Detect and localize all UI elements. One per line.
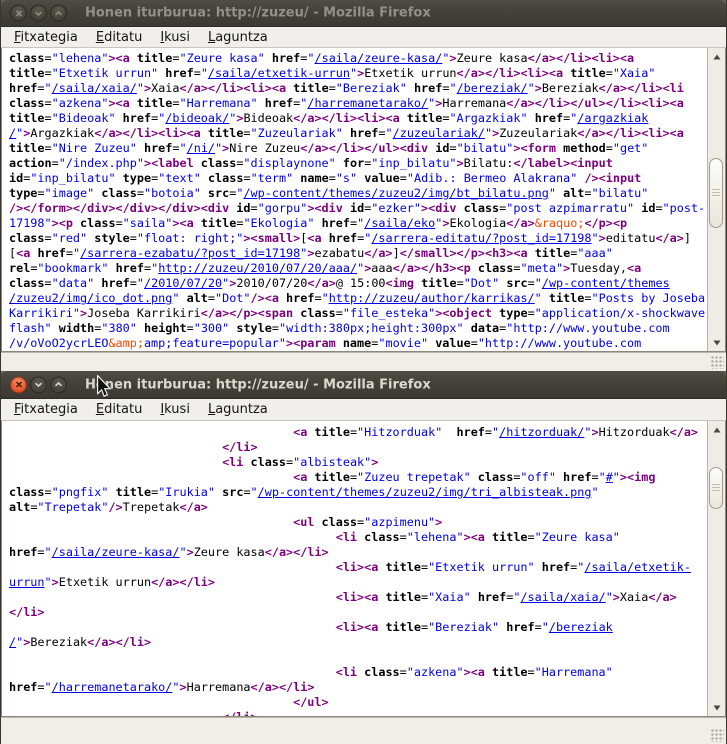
thumb-grip [712, 189, 720, 197]
source-line: <li><a title="Xaia" href="/saila/xaia/">… [9, 590, 707, 605]
scroll-down-arrow-icon[interactable] [709, 700, 724, 715]
thumb-grip [712, 484, 720, 492]
menu-item-editatu[interactable]: Editatu [87, 29, 151, 46]
source-line: /">Argazkiak</a></li><li><a title="Zuzeu… [9, 126, 707, 141]
minimize-button-icon[interactable] [30, 5, 47, 22]
source-line: <li class="azkena"><a title="Harremana" [9, 665, 707, 680]
window-title: Honen iturburua: http://zuzeu/ - Mozilla… [85, 377, 431, 392]
source-line: </li> [9, 440, 707, 455]
source-line: href="/saila/zeure-kasa/">Zeure kasa</a>… [9, 545, 707, 560]
vertical-scrollbar[interactable] [707, 48, 725, 351]
source-line: /zuzeu2/img/ico_dot.png" alt="Dot"/><a h… [9, 291, 707, 306]
source-line: /v/oVoO2ycrLEO&amp;amp;feature=popular">… [9, 336, 707, 351]
scroll-up-arrow-icon[interactable] [709, 422, 724, 437]
source-line: urrun">Etxetik urrun</a></li> [9, 575, 707, 590]
menu-item-editatu[interactable]: Editatu [87, 401, 151, 418]
menubar: FitxategiaEditatuIkusiLaguntza [1, 27, 726, 48]
source-line: <li><a title="Etxetik urrun" href="/sail… [9, 560, 707, 575]
source-line: <li class="lehena"><a title="Zeure kasa" [9, 530, 707, 545]
source-line: /></form></div></div></div><div id="gorp… [9, 201, 707, 216]
minimize-button-icon[interactable] [30, 376, 47, 393]
menu-item-ikusi[interactable]: Ikusi [151, 401, 199, 418]
source-line: flash" width="380" height="300" style="w… [9, 321, 707, 336]
source-line: rel="bookmark" href="http://zuzeu/2010/0… [9, 261, 707, 276]
source-line: class="azkena"><a title="Harremana" href… [9, 96, 707, 111]
maximize-button-icon[interactable] [50, 5, 67, 22]
source-line: </li> [9, 605, 707, 620]
statusbar [1, 717, 726, 744]
source-line: </ul> [9, 695, 707, 710]
titlebar[interactable]: Honen iturburua: http://zuzeu/ - Mozilla… [1, 0, 726, 27]
menu-item-ikusi[interactable]: Ikusi [151, 29, 199, 46]
source-code-text: <a title="Hitzorduak" href="/hitzorduak/… [2, 421, 707, 716]
source-line: href="/harremanetarako/">Harremana</a></… [9, 680, 707, 695]
source-line: class="red" style="float: right;"><small… [9, 231, 707, 246]
source-line: type="image" class="botoia" src="/wp-con… [9, 186, 707, 201]
source-line: [<a href="/sarrera-ezabatu/?post_id=1719… [9, 246, 707, 261]
scroll-up-arrow-icon[interactable] [709, 49, 724, 64]
close-button-icon[interactable] [10, 376, 27, 393]
source-line: <li class="albisteak"> [9, 455, 707, 470]
source-view: <a title="Hitzorduak" href="/hitzorduak/… [1, 421, 726, 717]
menu-item-laguntza[interactable]: Laguntza [199, 401, 277, 418]
resize-grip[interactable] [711, 356, 724, 369]
window-buttons [10, 376, 67, 393]
scroll-down-arrow-icon[interactable] [709, 335, 724, 350]
mouse-cursor [96, 375, 112, 398]
source-line: class="data" href="/2010/07/20">2010/07/… [9, 276, 707, 291]
window-buttons [10, 5, 67, 22]
maximize-button-icon[interactable] [50, 376, 67, 393]
source-line: </li> [9, 710, 707, 716]
source-line: <ul class="azpimenu"> [9, 515, 707, 530]
source-line: <li><a title="Bereziak" href="/bereziak [9, 620, 707, 635]
menubar: FitxategiaEditatuIkusiLaguntza [1, 399, 726, 421]
statusbar [1, 352, 726, 371]
resize-grip[interactable] [711, 729, 724, 742]
source-line: alt="Trepetak"/>Trepetak</a> [9, 500, 707, 515]
scrollbar-thumb[interactable] [709, 158, 723, 228]
source-line: title="Nire Zuzeu" href="/ni/">Nire Zuze… [9, 141, 707, 156]
menu-item-fitxategia[interactable]: Fitxategia [5, 29, 87, 46]
source-code-text: class="lehena"><a title="Zeure kasa" hre… [2, 48, 707, 351]
source-line: href="/saila/xaia/">Xaia</a></li><li><a … [9, 81, 707, 96]
source-line: Karrikiri">Joseba Karrikiri</a></p><span… [9, 306, 707, 321]
source-line [9, 650, 707, 665]
firefox-view-source-window-bottom: Honen iturburua: http://zuzeu/ - Mozilla… [0, 371, 727, 744]
window-title: Honen iturburua: http://zuzeu/ - Mozilla… [85, 6, 431, 21]
source-line: 17198"><p class="saila"><a title="Ekolog… [9, 216, 707, 231]
close-button-icon[interactable] [10, 5, 27, 22]
source-line: title="Bideoak" href="/bideoak/">Bideoak… [9, 111, 707, 126]
source-view: class="lehena"><a title="Zeure kasa" hre… [1, 48, 726, 352]
vertical-scrollbar[interactable] [707, 421, 725, 716]
source-line: class="lehena"><a title="Zeure kasa" hre… [9, 51, 707, 66]
firefox-view-source-window-top: Honen iturburua: http://zuzeu/ - Mozilla… [0, 0, 727, 371]
source-line: /">Bereziak</a></li> [9, 635, 707, 650]
source-line: class="pngfix" title="Irukia" src="/wp-c… [9, 485, 707, 500]
source-line: title="Etxetik urrun" href="/saila/etxet… [9, 66, 707, 81]
scrollbar-thumb[interactable] [709, 467, 723, 509]
source-line: <a title="Zuzeu trepetak" class="off" hr… [9, 470, 707, 485]
menu-item-fitxategia[interactable]: Fitxategia [5, 401, 87, 418]
source-line: action="/index.php"><label class="displa… [9, 156, 707, 171]
source-line: <a title="Hitzorduak" href="/hitzorduak/… [9, 425, 707, 440]
source-line: id="inp_bilatu" type="text" class="term"… [9, 171, 707, 186]
menu-item-laguntza[interactable]: Laguntza [199, 29, 277, 46]
